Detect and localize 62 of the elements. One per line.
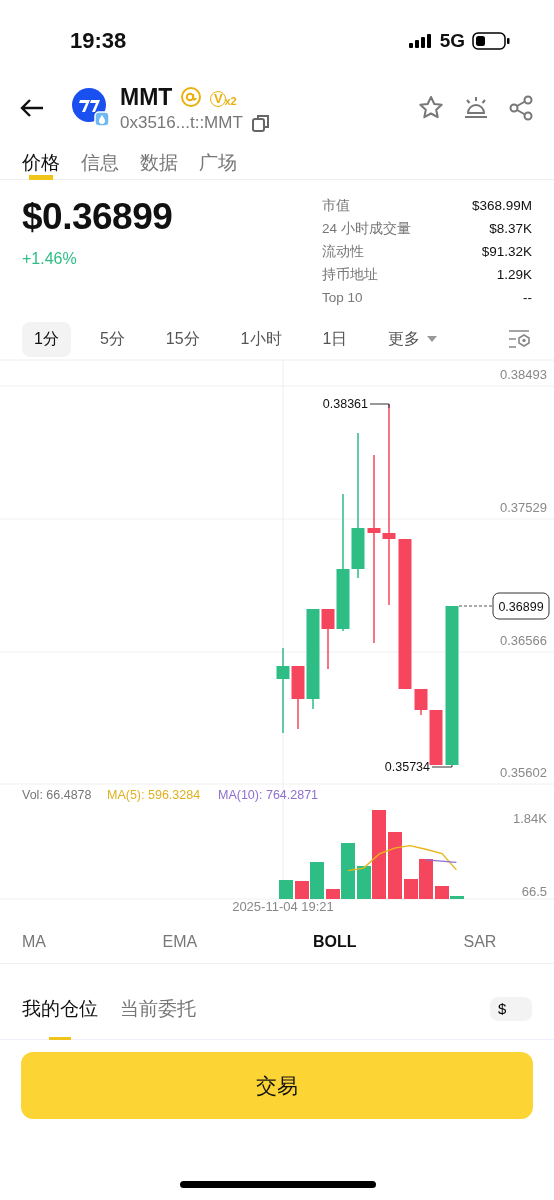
network-label: 5G [439, 30, 465, 52]
current-price: $0.36899 [22, 196, 173, 238]
star-icon[interactable] [418, 95, 444, 121]
volume-axis-label: 66.5 [521, 884, 547, 899]
indicator-tab[interactable]: SAR [463, 933, 497, 951]
ma5-legend: MA(5): 596.3284 [107, 788, 201, 802]
indicator-tab[interactable]: EMA [162, 933, 198, 951]
stat-value: -- [523, 289, 532, 307]
last-price-tag: 0.36899 [492, 592, 550, 620]
indicator-tab[interactable]: BOLL [313, 933, 357, 951]
interval-tab[interactable]: 15分 [153, 321, 212, 357]
price-axis-label: 0.38493 [500, 367, 547, 382]
leader-line [369, 403, 390, 409]
ma10-line [425, 859, 458, 864]
caret-icon [426, 335, 439, 343]
stat-value: $8.37K [489, 220, 532, 238]
battery-icon [472, 32, 510, 50]
stat-label: 流动性 [322, 243, 364, 261]
at-sign-icon [180, 86, 203, 108]
stat-label: 持币地址 [322, 266, 378, 284]
interval-tab[interactable]: 更多 [376, 321, 451, 357]
ma10-legend: MA(10): 764.2871 [218, 788, 319, 802]
indicator-tab[interactable]: MA [22, 933, 46, 951]
alarm-icon[interactable] [462, 95, 490, 121]
contract-address: 0x3516...t::MMT [120, 112, 243, 133]
stat-value: $368.99M [471, 197, 532, 215]
token-logo-icon [72, 88, 110, 128]
trade-button[interactable]: 交易 [21, 1052, 533, 1119]
interval-tab[interactable]: 1小时 [228, 321, 294, 357]
interval-tab[interactable]: 1日 [310, 321, 360, 357]
signal-icon [408, 34, 433, 48]
page-tab[interactable]: 广场 [199, 144, 237, 180]
currency-toggle[interactable]: $ [490, 996, 532, 1021]
status-time: 19:38 [70, 28, 127, 54]
copy-icon[interactable] [250, 112, 271, 133]
leader-line [458, 605, 493, 607]
crosshair-time-label: 2025-11-04 19:21 [232, 899, 334, 914]
back-arrow-icon[interactable] [20, 98, 44, 118]
stat-label: Top 10 [322, 289, 363, 307]
chart-settings-icon[interactable] [508, 329, 532, 349]
volume-bar [279, 880, 293, 899]
stat-label: 24 小时成交量 [322, 220, 411, 238]
token-symbol: MMT [120, 83, 173, 111]
volume-legend: Vol: 66.4878 [22, 788, 92, 802]
stat-value: $91.32K [481, 243, 532, 261]
price-axis-label: 0.37529 [500, 500, 547, 515]
position-tab[interactable]: 当前委托 [120, 985, 196, 1040]
price-change: +1.46% [22, 250, 78, 268]
price-axis-label: 0.36566 [500, 633, 547, 648]
stat-value: 1.29K [496, 266, 532, 284]
stat-label: 市值 [322, 197, 350, 215]
interval-tab[interactable]: 1分 [22, 321, 71, 357]
low-price-label: 0.35734 [384, 760, 430, 774]
leader-line [431, 764, 453, 768]
page-tab[interactable]: 数据 [140, 144, 178, 180]
interval-tab[interactable]: 5分 [87, 321, 137, 357]
volume-axis-label: 1.84K [513, 811, 547, 826]
volume-bar [388, 832, 402, 899]
high-price-label: 0.38361 [322, 397, 368, 411]
share-icon[interactable] [508, 95, 534, 121]
page-tab[interactable]: 信息 [81, 144, 119, 180]
price-axis-label: 0.35602 [500, 765, 547, 780]
